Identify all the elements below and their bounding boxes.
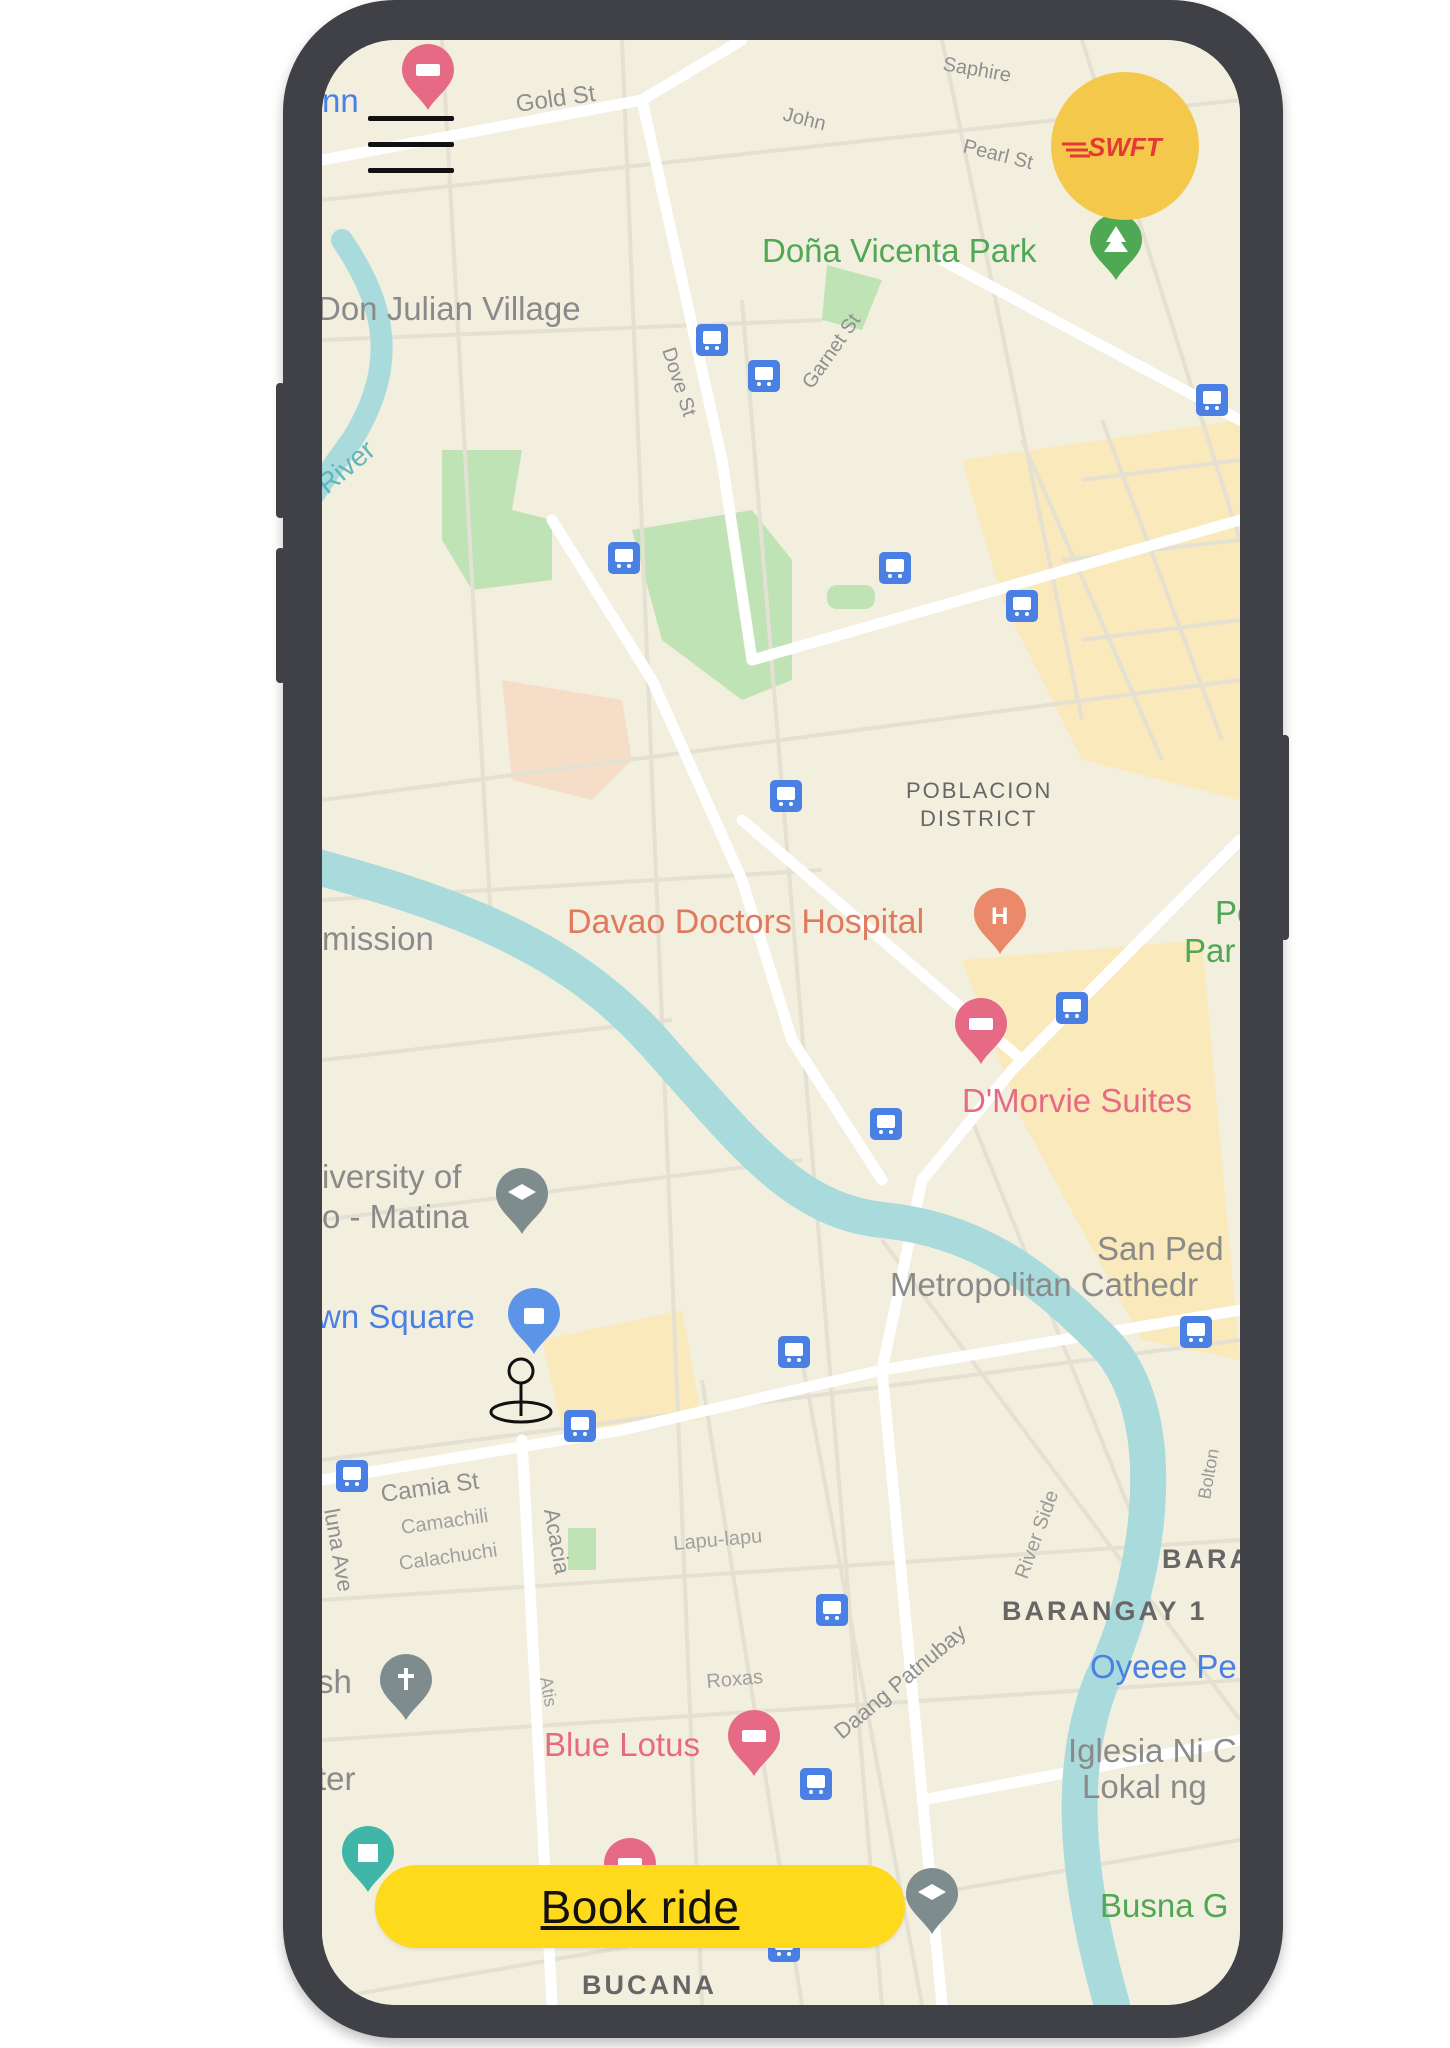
- map-label: sh: [322, 1663, 352, 1700]
- map-label: Iglesia Ni C: [1068, 1732, 1237, 1769]
- map-label-park: Doña Vicenta Park: [762, 232, 1037, 269]
- map-label-hospital: Davao Doctors Hospital: [567, 903, 924, 941]
- map-label-park: Pe: [1215, 894, 1240, 931]
- bus-stop-icon: [1180, 1316, 1212, 1348]
- menu-icon[interactable]: [368, 116, 456, 176]
- map-label-district: DISTRICT: [920, 806, 1037, 831]
- map-label-shop: Oyeee Pe: [1090, 1648, 1237, 1685]
- bus-stop-icon: [870, 1108, 902, 1140]
- bus-stop-icon: [1196, 384, 1228, 416]
- bus-stop-icon: [1006, 590, 1038, 622]
- location-pin-icon[interactable]: [488, 1354, 554, 1426]
- map-label-lodging: Blue Lotus: [544, 1726, 700, 1763]
- book-ride-button[interactable]: Book ride: [375, 1865, 905, 1948]
- map-label-lodging: D'Morvie Suites: [962, 1082, 1192, 1119]
- bus-stop-icon: [816, 1594, 848, 1626]
- bus-stop-icon: [336, 1460, 368, 1492]
- bus-stop-icon: [800, 1768, 832, 1800]
- map-view[interactable]: Gold St John Pearl St Saphire Doña Vicen…: [322, 40, 1240, 2005]
- map-label-shop: wn Square: [322, 1298, 475, 1335]
- map-label: iversity of: [322, 1158, 462, 1195]
- phone-power-button: [1280, 735, 1289, 940]
- bus-stop-icon: [696, 324, 728, 356]
- bus-stop-icon: [748, 360, 780, 392]
- map-label: nn: [322, 82, 359, 119]
- map-label-district: BUCANA: [582, 1970, 717, 2000]
- map-label: San Ped: [1097, 1230, 1224, 1267]
- map-label: o - Matina: [322, 1198, 469, 1235]
- bus-stop-icon: [778, 1336, 810, 1368]
- map-label: ter: [322, 1760, 356, 1797]
- bus-stop-icon: [1056, 992, 1088, 1024]
- svg-text:H: H: [991, 903, 1008, 930]
- bus-stop-icon: [564, 1410, 596, 1442]
- book-ride-label: Book ride: [540, 1880, 740, 1933]
- phone-side-button: [276, 383, 285, 518]
- bus-stop-icon: [608, 542, 640, 574]
- map-label: Metropolitan Cathedr: [890, 1266, 1198, 1303]
- app-screen: Gold St John Pearl St Saphire Doña Vicen…: [322, 40, 1240, 2005]
- map-label-district: POBLACION: [906, 778, 1052, 803]
- phone-side-button: [276, 548, 285, 683]
- map-label-park: Busna G: [1100, 1887, 1228, 1924]
- app-logo[interactable]: SWFT: [1051, 72, 1199, 220]
- map-label: Lokal ng: [1082, 1768, 1207, 1805]
- map-label-district: BARANGAY 1: [1002, 1596, 1208, 1626]
- map-label-park: Par: [1184, 932, 1235, 969]
- map-label-district: BARA: [1162, 1544, 1240, 1574]
- bus-stop-icon: [770, 780, 802, 812]
- swft-logo-icon: SWFT: [1062, 132, 1164, 162]
- bus-stop-icon: [879, 552, 911, 584]
- logo-text: SWFT: [1088, 132, 1164, 162]
- map-label: Don Julian Village: [322, 290, 581, 327]
- map-label: mission: [322, 920, 434, 957]
